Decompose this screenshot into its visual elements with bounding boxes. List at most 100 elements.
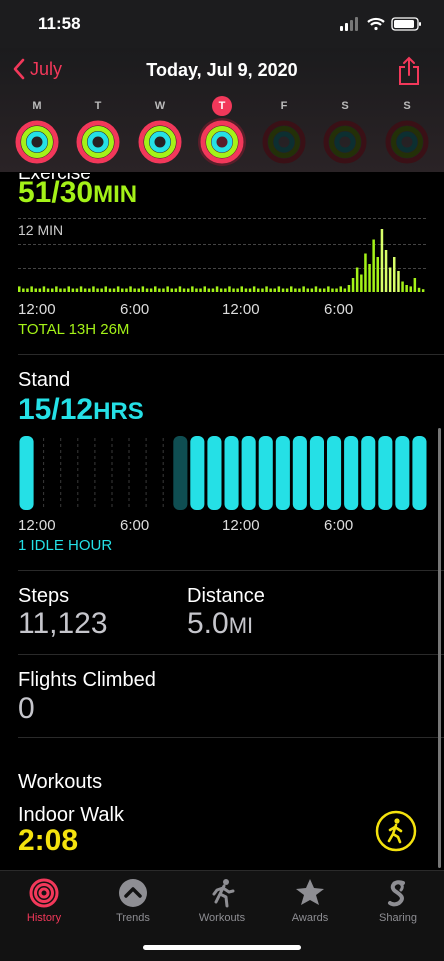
tab-history[interactable]: History [4, 878, 84, 924]
tab-trends[interactable]: Trends [93, 878, 173, 924]
exercise-bar [79, 286, 83, 292]
day-rings-icon[interactable] [138, 120, 182, 164]
exercise-bar [347, 285, 351, 292]
exercise-tick: 6:00 [120, 301, 150, 318]
page-title: Today, Jul 9, 2020 [146, 60, 298, 80]
stand-hour-bar [327, 436, 342, 510]
status-icons [340, 17, 421, 31]
stand-hour-bar [412, 436, 427, 510]
stand-hour-bar [190, 436, 205, 510]
exercise-bar [141, 286, 145, 292]
exercise-bar [22, 288, 25, 292]
exercise-bar [343, 288, 347, 292]
runner-icon [212, 879, 235, 908]
tab-sharing[interactable]: Sharing [358, 878, 438, 924]
exercise-bar [248, 288, 252, 292]
exercise-bar [83, 288, 87, 292]
exercise-bar [277, 286, 281, 292]
exercise-tick: 6:00 [324, 301, 354, 318]
tab-label: Awards [291, 912, 329, 924]
workout-row[interactable]: Indoor Walk 2:08 [0, 800, 444, 864]
exercise-bar [327, 286, 330, 292]
exercise-bar [314, 286, 318, 292]
exercise-bar [182, 288, 186, 292]
exercise-bar [368, 264, 371, 292]
day-rings-icon[interactable] [262, 120, 306, 164]
stand-hour-bar [224, 436, 239, 510]
exercise-bar [244, 288, 248, 292]
exercise-bar [158, 288, 161, 292]
tab-label: History [26, 912, 62, 924]
exercise-bar [380, 229, 384, 292]
stand-hour-bar [309, 436, 324, 510]
exercise-bar [372, 239, 375, 292]
steps-value: 11,123 [18, 607, 108, 640]
exercise-bar [310, 288, 314, 292]
day-label: S [341, 100, 349, 112]
exercise-bar [298, 288, 301, 292]
exercise-bar [203, 286, 206, 292]
steps-label: Steps [18, 585, 70, 607]
exercise-bar [195, 288, 198, 292]
exercise-bar [388, 267, 392, 292]
exercise-bar [409, 286, 412, 292]
day-label: F [280, 100, 288, 112]
day-label: T [212, 96, 232, 116]
chevron-up-icon [119, 879, 147, 907]
exercise-bar [121, 288, 124, 292]
stand-tick: 6:00 [120, 517, 150, 534]
exercise-bar [355, 267, 359, 292]
star-icon [296, 879, 324, 905]
day-rings-icon[interactable] [323, 120, 367, 164]
exercise-bar [162, 288, 165, 292]
exercise-bar [34, 288, 37, 292]
day-rings-icon[interactable] [385, 120, 429, 164]
home-indicator[interactable] [143, 945, 301, 950]
exercise-bar [364, 253, 367, 292]
day-rings-icon[interactable] [200, 120, 244, 164]
exercise-value: 51/30MIN [18, 176, 137, 210]
exercise-bar [51, 288, 54, 292]
tab-label: Sharing [379, 912, 417, 924]
exercise-total: TOTAL 13H 26M [18, 321, 130, 338]
exercise-bar [269, 288, 272, 292]
stand-tick: 12:00 [18, 517, 56, 534]
share-icon[interactable] [396, 56, 422, 86]
exercise-bar [63, 288, 66, 292]
day-rings-icon[interactable] [15, 120, 59, 164]
exercise-bar [331, 288, 334, 292]
exercise-bar [26, 288, 29, 292]
walk-icon [375, 810, 417, 852]
exercise-bar [294, 288, 297, 292]
exercise-bar [417, 287, 421, 292]
exercise-bar [228, 286, 231, 292]
exercise-bar [199, 288, 202, 292]
tab-awards[interactable]: Awards [270, 878, 350, 924]
exercise-bar [67, 286, 70, 292]
exercise-bar [38, 288, 42, 292]
stand-value-number: 15/12 [18, 393, 94, 426]
exercise-bar [393, 257, 396, 292]
exercise-bar [18, 286, 21, 292]
exercise-bar [71, 288, 75, 292]
stand-value: 15/12HRS [18, 393, 144, 427]
exercise-bar [240, 286, 243, 292]
stand-hour-bar [395, 436, 410, 510]
exercise-tick: 12:00 [222, 301, 260, 318]
exercise-bar [219, 288, 223, 292]
day-label: S [403, 100, 411, 112]
day-rings-icon[interactable] [76, 120, 120, 164]
exercise-bar [397, 271, 400, 292]
workout-duration: 2:08 [18, 824, 79, 857]
exercise-bar [384, 250, 388, 292]
exercise-bar [360, 274, 363, 292]
scrollbar[interactable] [438, 428, 441, 868]
day-label: M [32, 100, 42, 112]
stand-hour-bar [241, 436, 256, 510]
exercise-bar [273, 288, 276, 292]
exercise-bar [191, 286, 194, 292]
exercise-bar [30, 286, 33, 292]
tab-workouts[interactable]: Workouts [182, 878, 262, 924]
exercise-chart [18, 229, 425, 292]
exercise-unit: MIN [93, 181, 138, 208]
